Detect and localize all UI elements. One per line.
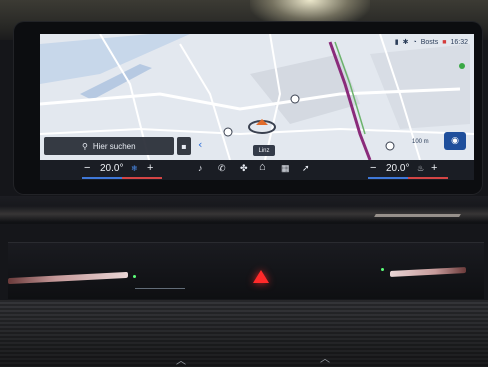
music-note-icon[interactable]: ♪ — [198, 163, 203, 173]
driver-temp[interactable]: 20.0° — [100, 163, 123, 174]
trim-highlight — [374, 214, 461, 217]
phone-icon[interactable]: ✆ — [218, 163, 226, 174]
notification-icon[interactable]: ■ — [442, 39, 446, 46]
status-bar: ▮ ✱ ◔ Bosts ■ 16:32 — [395, 36, 468, 48]
hazard-warning-icon[interactable] — [253, 270, 269, 283]
vent-slider[interactable] — [135, 288, 185, 289]
infotainment-screen: ▮ ✱ ◔ Bosts ■ 16:32 ⚲ Hier suchen ▪ ‹ Li… — [40, 34, 474, 180]
passenger-temp-down-button[interactable]: − — [370, 162, 376, 174]
chevron-left-icon[interactable]: ‹ — [198, 138, 202, 151]
wifi-icon: ◔ — [412, 38, 417, 46]
destination-flag-icon[interactable] — [459, 63, 465, 69]
passenger-temp-indicator — [368, 177, 448, 179]
chevron-up-icon: ︿ — [176, 356, 186, 367]
search-box[interactable]: ⚲ Hier suchen — [44, 137, 174, 155]
passenger-temp-up-button[interactable]: + — [431, 162, 437, 174]
home-icon[interactable]: ⌂ — [259, 161, 266, 173]
fan-icon[interactable]: ❄ — [131, 164, 138, 173]
map-view-button[interactable]: ◉ — [444, 132, 466, 150]
status-led-right — [381, 268, 384, 271]
driver-temp-down-button[interactable]: − — [84, 162, 90, 174]
car-interior-photo: ▮ ✱ ◔ Bosts ■ 16:32 ⚲ Hier suchen ▪ ‹ Li… — [0, 0, 488, 367]
passenger-temp[interactable]: 20.0° — [386, 163, 409, 174]
clock: 16:32 — [450, 38, 468, 46]
driver-temp-up-button[interactable]: + — [147, 162, 153, 174]
poi-marker-icon[interactable] — [290, 94, 300, 104]
status-led-left — [133, 275, 136, 278]
search-placeholder: Hier suchen — [92, 141, 136, 151]
place-label-chip[interactable]: Linz — [253, 145, 275, 156]
navigation-icon[interactable]: ➚ — [302, 163, 310, 174]
climate-bar: − 20.0° ❄ + ♪ ✆ ✤ ⌂ ▦ ➚ − 20.0° ♨ + — [40, 160, 474, 180]
fan-speed-icon[interactable]: ✤ — [240, 163, 248, 174]
map-scale-label: 100 m — [412, 139, 429, 145]
search-options-button[interactable]: ▪ — [177, 137, 191, 155]
poi-marker-icon[interactable] — [223, 127, 233, 137]
chevron-up-icon: ︿ — [320, 354, 330, 365]
battery-icon: ▮ — [394, 38, 399, 46]
bluetooth-icon: ✱ — [402, 38, 409, 46]
poi-marker-icon[interactable] — [385, 141, 395, 151]
apps-grid-icon[interactable]: ▦ — [281, 163, 290, 174]
wifi-label: Bosts — [420, 38, 439, 46]
seat-heat-icon[interactable]: ♨ — [417, 164, 424, 173]
search-icon: ⚲ — [82, 141, 88, 151]
driver-temp-indicator — [82, 177, 162, 179]
knit-fabric-shadow — [0, 300, 488, 367]
navigation-map[interactable] — [40, 34, 474, 180]
